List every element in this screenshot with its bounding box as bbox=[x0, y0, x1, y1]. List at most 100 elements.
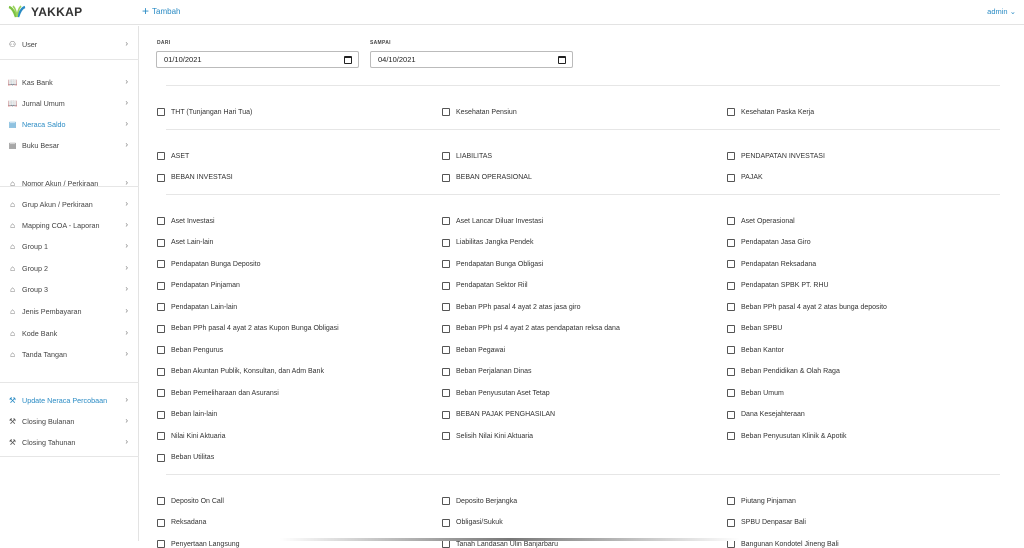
checkbox-box[interactable] bbox=[442, 519, 450, 527]
filter-checkbox[interactable]: Bangunan Kondotel Jineng Bali bbox=[727, 540, 839, 548]
checkbox-box[interactable] bbox=[157, 108, 165, 116]
checkbox-box[interactable] bbox=[442, 239, 450, 247]
filter-checkbox[interactable]: Beban Pegawai bbox=[442, 346, 505, 354]
checkbox-box[interactable] bbox=[442, 174, 450, 182]
filter-checkbox[interactable]: ASET bbox=[157, 152, 189, 160]
checkbox-box[interactable] bbox=[157, 411, 165, 419]
filter-checkbox[interactable]: Beban Penyusutan Aset Tetap bbox=[442, 389, 550, 397]
checkbox-box[interactable] bbox=[157, 540, 165, 548]
sidebar-item[interactable]: ⌂Group 2› bbox=[0, 258, 139, 279]
filter-checkbox[interactable]: Pendapatan Bunga Deposito bbox=[157, 260, 261, 268]
filter-checkbox[interactable]: Beban PPh pasal 4 ayat 2 atas jasa giro bbox=[442, 303, 581, 311]
filter-checkbox[interactable]: Dana Kesejahteraan bbox=[727, 411, 805, 419]
app-logo[interactable]: YAKKAP bbox=[8, 5, 82, 19]
sidebar-item[interactable]: ⌂Group 3› bbox=[0, 279, 139, 300]
sidebar-item[interactable]: ⚒Closing Tahunan› bbox=[0, 432, 139, 453]
checkbox-box[interactable] bbox=[442, 152, 450, 160]
dari-date-input[interactable]: 01/10/2021 bbox=[156, 51, 359, 68]
filter-checkbox[interactable]: BEBAN PAJAK PENGHASILAN bbox=[442, 411, 555, 419]
checkbox-box[interactable] bbox=[442, 108, 450, 116]
checkbox-box[interactable] bbox=[157, 519, 165, 527]
checkbox-box[interactable] bbox=[442, 260, 450, 268]
checkbox-box[interactable] bbox=[442, 217, 450, 225]
filter-checkbox[interactable]: Pendapatan Pinjaman bbox=[157, 282, 240, 290]
sidebar-item[interactable]: ⌂Grup Akun / Perkiraan› bbox=[0, 194, 139, 215]
sidebar-item[interactable]: ⚒Update Neraca Percobaan› bbox=[0, 390, 139, 411]
checkbox-box[interactable] bbox=[157, 368, 165, 376]
filter-checkbox[interactable]: Pendapatan SPBK PT. RHU bbox=[727, 282, 829, 290]
sidebar-item[interactable]: 📖Jurnal Umum› bbox=[0, 93, 139, 114]
checkbox-box[interactable] bbox=[727, 411, 735, 419]
checkbox-box[interactable] bbox=[442, 411, 450, 419]
filter-checkbox[interactable]: Beban PPh pasal 4 ayat 2 atas bunga depo… bbox=[727, 303, 887, 311]
checkbox-box[interactable] bbox=[442, 368, 450, 376]
filter-checkbox[interactable]: SPBU Denpasar Bali bbox=[727, 519, 806, 527]
sidebar-item[interactable]: ⌂Jenis Pembayaran› bbox=[0, 301, 139, 322]
checkbox-box[interactable] bbox=[157, 217, 165, 225]
sidebar-item[interactable]: ▤Neraca Saldo› bbox=[0, 114, 139, 135]
filter-checkbox[interactable]: Deposito Berjangka bbox=[442, 497, 517, 505]
filter-checkbox[interactable]: Liabilitas Jangka Pendek bbox=[442, 239, 533, 247]
sidebar-item[interactable]: ⌂Group 1› bbox=[0, 236, 139, 257]
checkbox-box[interactable] bbox=[157, 346, 165, 354]
checkbox-box[interactable] bbox=[727, 282, 735, 290]
filter-checkbox[interactable]: Beban Pendidikan & Olah Raga bbox=[727, 368, 840, 376]
filter-checkbox[interactable]: Reksadana bbox=[157, 519, 206, 527]
checkbox-box[interactable] bbox=[442, 303, 450, 311]
sidebar-item[interactable]: ▤Buku Besar› bbox=[0, 135, 139, 156]
filter-checkbox[interactable]: PENDAPATAN INVESTASI bbox=[727, 152, 825, 160]
sidebar-item[interactable]: ⌂Nomor Akun / Perkiraan› bbox=[0, 173, 139, 194]
checkbox-box[interactable] bbox=[727, 540, 735, 548]
checkbox-box[interactable] bbox=[442, 389, 450, 397]
checkbox-box[interactable] bbox=[727, 325, 735, 333]
filter-checkbox[interactable]: LIABILITAS bbox=[442, 152, 492, 160]
sidebar-item[interactable]: ⌂Tanda Tangan› bbox=[0, 344, 139, 365]
checkbox-box[interactable] bbox=[727, 152, 735, 160]
filter-checkbox[interactable]: Obligasi/Sukuk bbox=[442, 519, 503, 527]
filter-checkbox[interactable]: Selisih Nilai Kini Aktuaria bbox=[442, 432, 533, 440]
checkbox-box[interactable] bbox=[157, 239, 165, 247]
filter-checkbox[interactable]: Pendapatan Sektor Riil bbox=[442, 282, 528, 290]
filter-checkbox[interactable]: BEBAN OPERASIONAL bbox=[442, 174, 532, 182]
filter-checkbox[interactable]: Beban PPh psl 4 ayat 2 atas pendapatan r… bbox=[442, 325, 620, 333]
calendar-icon[interactable] bbox=[344, 56, 352, 64]
checkbox-box[interactable] bbox=[442, 497, 450, 505]
filter-checkbox[interactable]: Beban lain-lain bbox=[157, 411, 217, 419]
sidebar-item[interactable]: ⌂Kode Bank› bbox=[0, 323, 139, 344]
calendar-icon[interactable] bbox=[558, 56, 566, 64]
filter-checkbox[interactable]: Kesehatan Paska Kerja bbox=[727, 108, 814, 116]
checkbox-box[interactable] bbox=[157, 260, 165, 268]
add-button[interactable]: + Tambah bbox=[142, 6, 180, 16]
checkbox-box[interactable] bbox=[727, 389, 735, 397]
checkbox-box[interactable] bbox=[727, 519, 735, 527]
filter-checkbox[interactable]: Pendapatan Reksadana bbox=[727, 260, 816, 268]
checkbox-box[interactable] bbox=[442, 432, 450, 440]
sampai-date-input[interactable]: 04/10/2021 bbox=[370, 51, 573, 68]
checkbox-box[interactable] bbox=[157, 389, 165, 397]
filter-checkbox[interactable]: Penyertaan Langsung bbox=[157, 540, 240, 548]
checkbox-box[interactable] bbox=[157, 454, 165, 462]
filter-checkbox[interactable]: Aset Operasional bbox=[727, 217, 795, 225]
checkbox-box[interactable] bbox=[157, 325, 165, 333]
checkbox-box[interactable] bbox=[157, 152, 165, 160]
filter-checkbox[interactable]: Pendapatan Bunga Obligasi bbox=[442, 260, 543, 268]
filter-checkbox[interactable]: Beban Pengurus bbox=[157, 346, 223, 354]
filter-checkbox[interactable]: Kesehatan Pensiun bbox=[442, 108, 517, 116]
checkbox-box[interactable] bbox=[727, 239, 735, 247]
filter-checkbox[interactable]: Beban Kantor bbox=[727, 346, 784, 354]
checkbox-box[interactable] bbox=[727, 432, 735, 440]
filter-checkbox[interactable]: Pendapatan Jasa Giro bbox=[727, 239, 811, 247]
filter-checkbox[interactable]: Beban PPh pasal 4 ayat 2 atas Kupon Bung… bbox=[157, 325, 339, 333]
filter-checkbox[interactable]: Aset Lancar Diluar Investasi bbox=[442, 217, 543, 225]
filter-checkbox[interactable]: Beban Pemeliharaan dan Asuransi bbox=[157, 389, 279, 397]
checkbox-box[interactable] bbox=[442, 540, 450, 548]
checkbox-box[interactable] bbox=[157, 432, 165, 440]
filter-checkbox[interactable]: Piutang Pinjaman bbox=[727, 497, 796, 505]
filter-checkbox[interactable]: Aset Investasi bbox=[157, 217, 215, 225]
filter-checkbox[interactable]: Nilai Kini Aktuaria bbox=[157, 432, 225, 440]
checkbox-box[interactable] bbox=[157, 282, 165, 290]
checkbox-box[interactable] bbox=[727, 174, 735, 182]
checkbox-box[interactable] bbox=[157, 174, 165, 182]
checkbox-box[interactable] bbox=[442, 346, 450, 354]
filter-checkbox[interactable]: Deposito On Call bbox=[157, 497, 224, 505]
